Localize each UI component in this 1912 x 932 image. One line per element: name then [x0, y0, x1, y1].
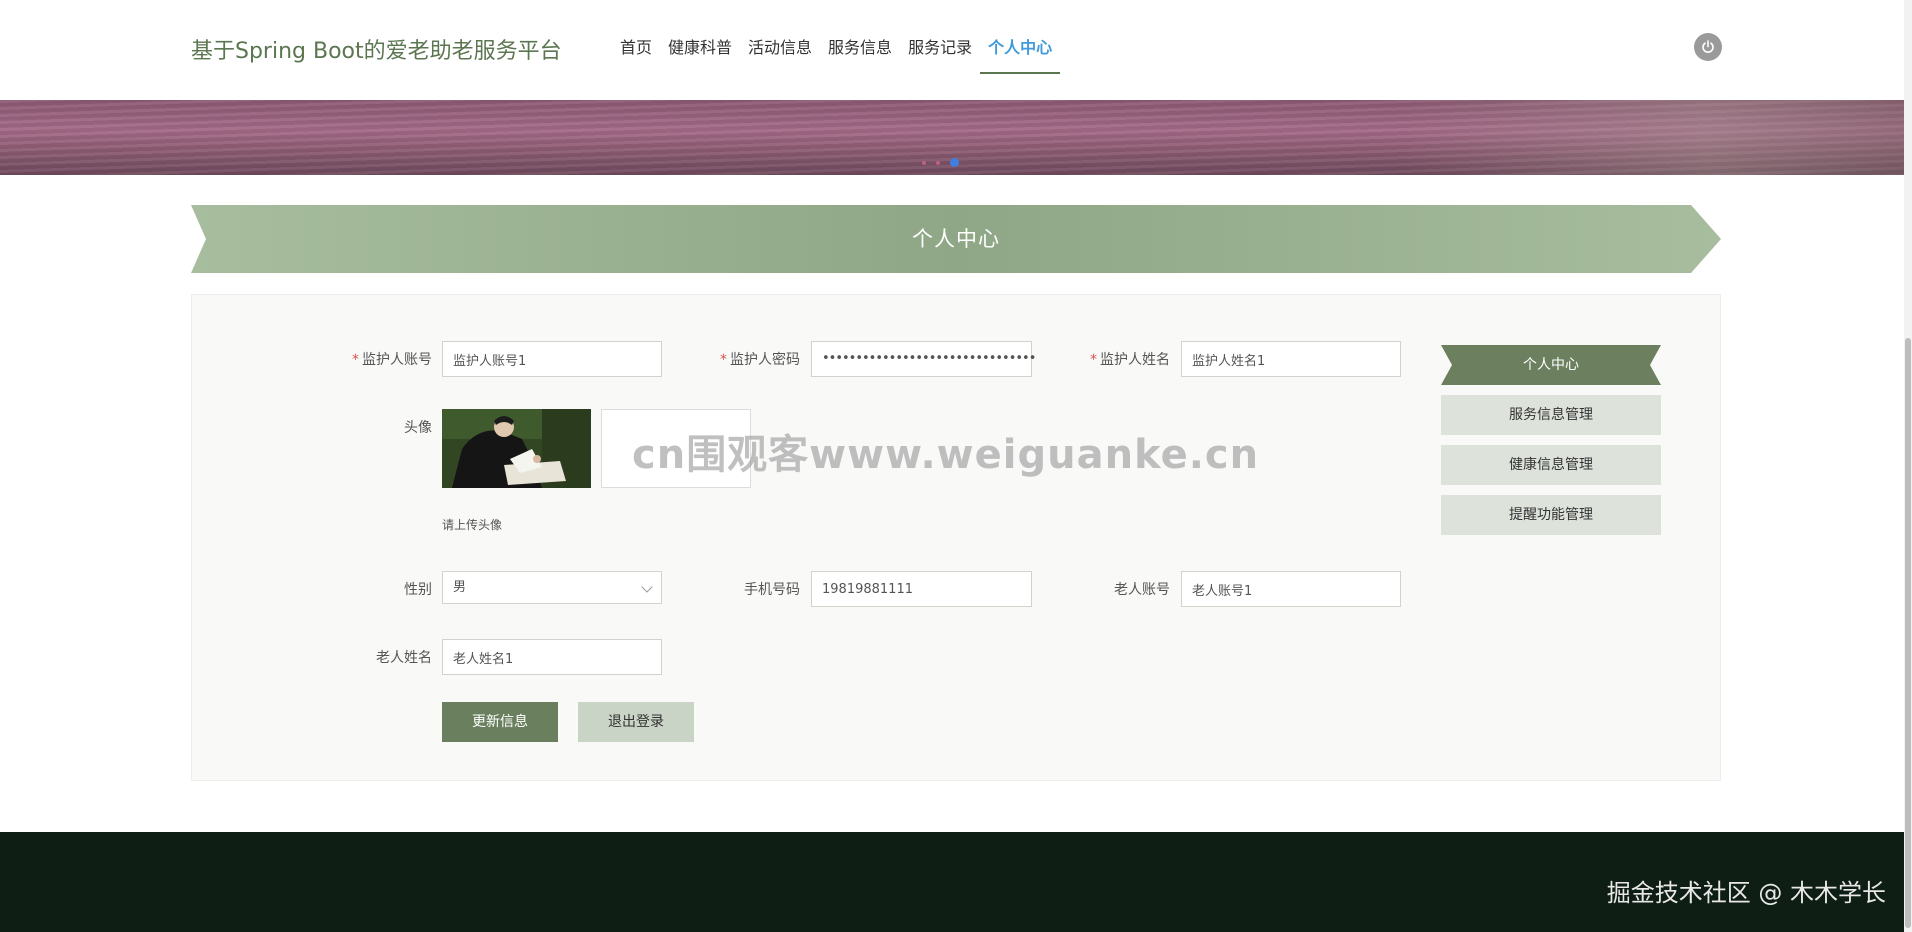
avatar-label: 头像: [404, 420, 432, 436]
nav-home[interactable]: 首页: [612, 0, 660, 100]
avatar-hint: 请上传头像: [442, 518, 503, 532]
nav-health-science[interactable]: 健康科普: [660, 0, 740, 100]
gender-label: 性别: [404, 582, 432, 598]
top-header: 基于Spring Boot的爱老助老服务平台 首页 健康科普 活动信息 服务信息…: [0, 0, 1912, 100]
nav-service-record[interactable]: 服务记录: [900, 0, 980, 100]
scrollbar-thumb[interactable]: [1905, 338, 1911, 928]
page-title-ribbon: 个人中心: [191, 205, 1721, 273]
elder-account-input[interactable]: [1181, 571, 1401, 607]
carousel-dot[interactable]: [922, 160, 926, 165]
power-icon[interactable]: [1694, 33, 1722, 61]
carousel-dots: [922, 158, 959, 167]
gender-select[interactable]: 男: [442, 571, 662, 604]
guardian-password-label: * 监护人密码: [720, 352, 800, 368]
guardian-name-input[interactable]: [1181, 341, 1401, 377]
nav-service-info[interactable]: 服务信息: [820, 0, 900, 100]
avatar-image: [442, 409, 591, 488]
chevron-down-icon: [641, 581, 653, 593]
footer: 掘金技术社区 @ 木木学长: [0, 832, 1912, 932]
side-menu-reminder[interactable]: 提醒功能管理: [1441, 495, 1661, 535]
elder-name-input[interactable]: [442, 639, 662, 675]
guardian-account-label: * 监护人账号: [352, 352, 432, 368]
carousel-dot-active[interactable]: [950, 158, 959, 167]
carousel-dot[interactable]: [936, 160, 940, 165]
guardian-account-input[interactable]: [442, 341, 662, 377]
gender-value: 男: [453, 580, 467, 595]
banner-carousel: [0, 100, 1912, 175]
side-menu-service-info[interactable]: 服务信息管理: [1441, 395, 1661, 435]
watermark: cn围观客www.weiguanke.cn: [632, 432, 1260, 478]
side-menu-personal-center[interactable]: 个人中心: [1441, 345, 1661, 385]
elder-account-label: 老人账号: [1114, 582, 1170, 598]
page-title: 个人中心: [912, 227, 1000, 251]
side-menu-health-info[interactable]: 健康信息管理: [1441, 445, 1661, 485]
footer-text: 掘金技术社区 @ 木木学长: [1606, 879, 1886, 907]
guardian-name-label: * 监护人姓名: [1090, 352, 1170, 368]
page-scrollbar[interactable]: [1904, 0, 1912, 932]
logout-button[interactable]: 退出登录: [578, 702, 694, 742]
guardian-password-input[interactable]: ••••••••••••••••••••••••••••••••: [811, 341, 1036, 377]
nav-personal-center[interactable]: 个人中心: [980, 0, 1061, 100]
main-nav: 首页 健康科普 活动信息 服务信息 服务记录 个人中心: [612, 0, 1061, 100]
elder-name-label: 老人姓名: [376, 650, 432, 666]
nav-activity-info[interactable]: 活动信息: [740, 0, 820, 100]
phone-label: 手机号码: [744, 582, 800, 598]
update-info-button[interactable]: 更新信息: [442, 702, 558, 742]
phone-input[interactable]: [811, 571, 1032, 607]
profile-panel: *监护人账号 *监护人密码 ••••••••••••••••••••••••••…: [191, 294, 1721, 781]
site-title: 基于Spring Boot的爱老助老服务平台: [191, 39, 562, 64]
